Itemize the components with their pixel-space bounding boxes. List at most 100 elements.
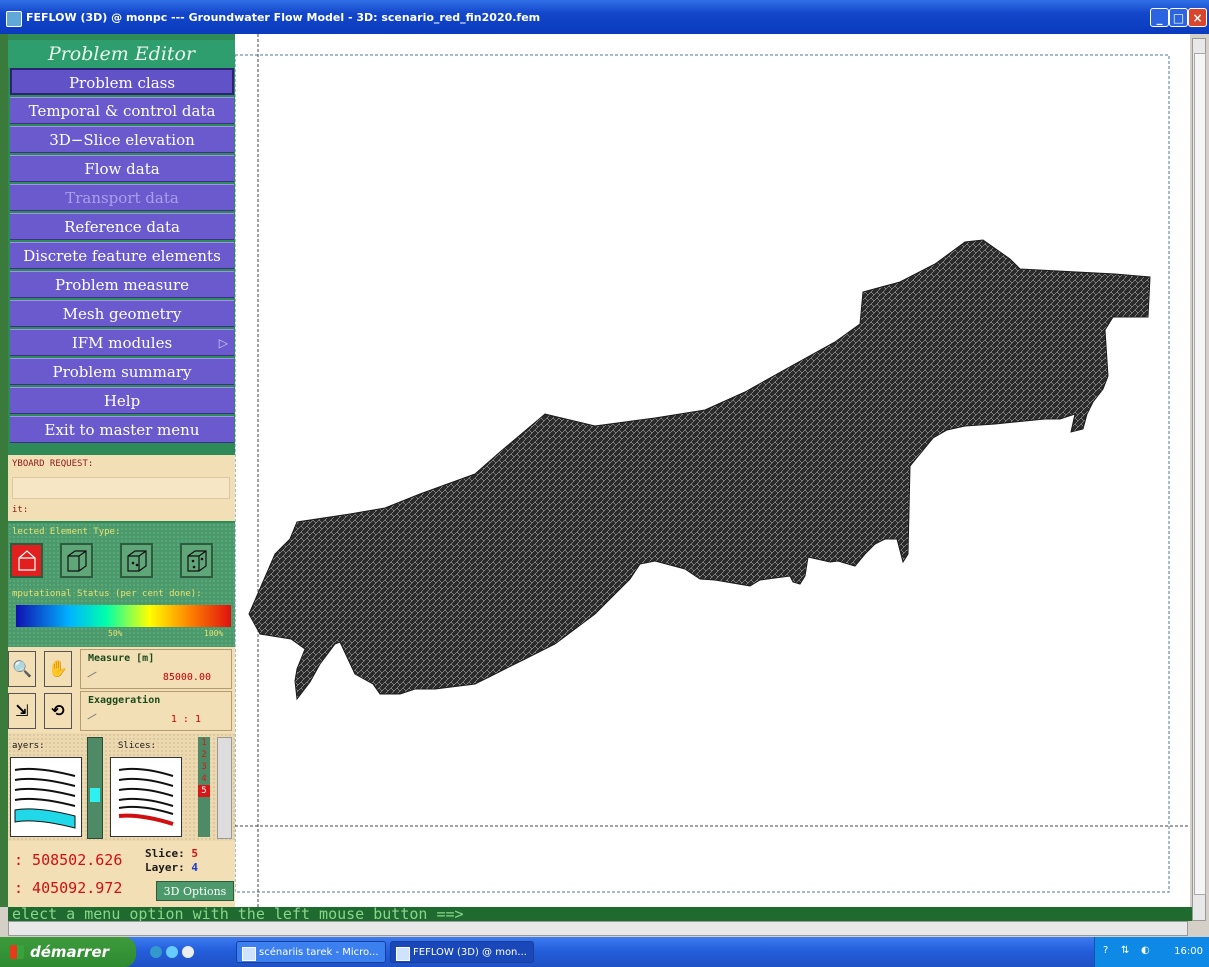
quicklaunch-media-icon[interactable] [182,946,194,958]
prism-element-icon [18,550,36,571]
network-icon[interactable]: ⇅ [1121,945,1129,956]
exaggeration-box: Exaggeration 1 : 1 [80,691,232,731]
layer-slider[interactable] [87,737,103,839]
keyboard-request-input[interactable] [12,477,230,499]
taskbar: démarrer scénariis tarek - Micro... FEFL… [0,937,1209,967]
maximize-button[interactable]: □ [1169,8,1188,27]
slice-item[interactable]: 3 [198,761,210,773]
menu-reference-data[interactable]: Reference data [10,213,234,240]
hexahedron-quadratic-element-icon [187,550,207,572]
menu-transport-data[interactable]: Transport data [10,184,234,211]
scale-50-label: 50% [108,629,123,638]
menu-discrete-feature-elements[interactable]: Discrete feature elements [10,242,234,269]
horizontal-scrollbar[interactable] [8,921,1188,936]
exaggeration-value: 1 : 1 [170,714,201,725]
slice-indicator-value: 5 [191,847,198,860]
element-prism-button[interactable] [10,543,43,578]
hexahedron-nodes-element-icon [127,550,147,572]
slice-item[interactable]: 2 [198,749,210,761]
keyboard-request-label: YBOARD REQUEST: [12,459,94,469]
measure-edit-icon[interactable] [87,671,97,678]
mesh-domain [248,239,1151,701]
scale-100-label: 100% [204,629,224,638]
layer-slider-knob[interactable] [90,788,100,802]
feflow-icon [396,947,410,961]
problem-editor-title: Problem Editor [8,40,235,68]
element-type-label: lected Element Type: [12,527,121,537]
zoom-icon[interactable]: 🔍 [8,651,36,687]
slice-list[interactable]: 1 2 3 4 5 [198,737,210,837]
menu-ifm-modules-label: IFM modules [71,334,173,352]
menu-3d-slice-elevation[interactable]: 3D−Slice elevation [10,126,234,153]
computational-status-bar [16,605,231,627]
computational-status-label: mputational Status (per cent done): [12,589,202,599]
measure-label: Measure [m] [88,653,155,664]
slices-stack-icon [118,767,174,826]
system-tray: ? ⇅ ◐ 16:00 [1094,937,1209,967]
quicklaunch-ie-icon[interactable] [166,946,178,958]
menu-flow-data[interactable]: Flow data [10,155,234,182]
keyboard-request-panel: YBOARD REQUEST: it: [8,455,235,521]
rotate-icon[interactable]: ⟲ [44,693,72,729]
x-coordinate: : 508502.626 [14,851,123,869]
view-tools-panel: 🔍 ✋ ⇲ ⟲ Measure [m] 85000.00 Exaggeratio… [8,647,235,733]
windows-flag-icon [10,945,24,959]
pan-hand-icon[interactable]: ✋ [44,651,72,687]
submenu-arrow-icon: ▷ [218,336,228,350]
status-message: elect a menu option with the left mouse … [8,907,1192,921]
minimize-button[interactable]: _ [1150,8,1169,27]
task-word-label: scénariis tarek - Micro... [259,947,379,958]
hexahedron-element-icon [67,550,87,572]
layers-label: ayers: [12,741,45,751]
unit-label: it: [12,505,29,515]
exaggeration-label: Exaggeration [88,695,161,706]
menu-exit-master-menu[interactable]: Exit to master menu [10,416,234,443]
quicklaunch-browser-icon[interactable] [150,946,162,958]
menu-ifm-modules[interactable]: IFM modules ▷ [10,329,234,356]
element-hexahedron-quadratic-button[interactable] [180,543,213,578]
exaggeration-edit-icon[interactable] [87,713,97,720]
title-bar: FEFLOW (3D) @ monpc --- Groundwater Flow… [0,0,1209,34]
element-type-panel: lected Element Type: mputational Status … [8,523,235,647]
layers-stack-icon [14,767,76,829]
menu-problem-class[interactable]: Problem class [10,68,234,95]
clock: 16:00 [1174,946,1203,957]
element-hexahedron-button[interactable] [60,543,93,578]
menu-problem-measure[interactable]: Problem measure [10,271,234,298]
measure-value: 85000.00 [162,672,211,683]
app-icon [6,11,22,27]
measure-box: Measure [m] 85000.00 [80,649,232,689]
task-word-document[interactable]: scénariis tarek - Micro... [236,941,386,963]
slice-scrollbar[interactable] [217,737,232,839]
model-view-svg [235,34,1190,907]
menu-mesh-geometry[interactable]: Mesh geometry [10,300,234,327]
zoom-window-icon[interactable]: ⇲ [8,693,36,729]
slices-thumbnail[interactable] [110,757,182,837]
menu-help[interactable]: Help [10,387,234,414]
start-label: démarrer [30,943,110,961]
task-feflow-label: FEFLOW (3D) @ mon... [413,947,527,958]
coordinates-panel: : 508502.626 : 405092.972 Slice: 5 Layer… [8,841,235,907]
layers-thumbnail[interactable] [10,757,82,837]
volume-icon[interactable]: ◐ [1141,945,1150,956]
layer-indicator-label: Layer: [145,861,185,874]
start-button[interactable]: démarrer [0,937,136,967]
word-icon [242,947,256,961]
menu-problem-summary[interactable]: Problem summary [10,358,234,385]
slice-item[interactable]: 4 [198,773,210,785]
slice-item[interactable]: 1 [198,737,210,749]
close-button[interactable]: × [1188,8,1207,27]
slice-item-selected[interactable]: 5 [198,785,210,797]
model-view-canvas[interactable] [235,34,1190,907]
3d-options-button[interactable]: 3D Options [156,881,234,901]
vertical-scrollbar-thumb[interactable] [1194,53,1206,895]
help-icon[interactable]: ? [1103,945,1108,956]
menu-temporal-control-data[interactable]: Temporal & control data [10,97,234,124]
layers-slices-panel: ayers: Slices: 1 2 3 4 5 [8,733,235,841]
task-feflow[interactable]: FEFLOW (3D) @ mon... [390,941,534,963]
slices-label: Slices: [118,741,156,751]
window-title: FEFLOW (3D) @ monpc --- Groundwater Flow… [26,11,541,24]
vertical-scrollbar[interactable] [1192,38,1206,921]
layer-indicator: Layer: 4 [145,861,198,874]
element-hexahedron-nodes-button[interactable] [120,543,153,578]
